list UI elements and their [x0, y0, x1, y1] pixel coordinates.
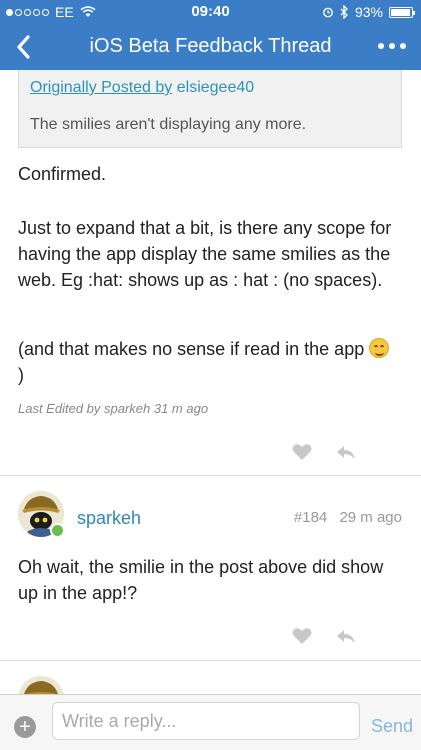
avatar[interactable] — [18, 676, 64, 694]
smile-emoji-icon — [369, 338, 390, 358]
quote-text: The smilies aren't displaying any more. — [30, 116, 307, 133]
alarm-icon — [323, 7, 333, 18]
quote-attribution: Originally Posted by elsiegee40 — [30, 79, 254, 97]
post-text-aside: (and that makes no sense if read in the … — [18, 336, 408, 388]
like-heart-icon[interactable] — [291, 626, 313, 646]
battery-icon — [389, 6, 415, 18]
post-divider — [0, 660, 421, 661]
post-time: 29 m ago — [339, 509, 402, 526]
post-text-paragraph: Just to expand that a bit, is there any … — [18, 218, 392, 290]
reply-arrow-icon[interactable] — [335, 626, 357, 646]
thread-content[interactable]: Originally Posted by elsiegee40 The smil… — [0, 70, 421, 694]
post-text-followup: Oh wait, the smilie in the post above di… — [18, 557, 384, 603]
post-actions — [291, 442, 357, 462]
post-divider — [0, 475, 421, 476]
post-username[interactable]: sparkeh — [77, 508, 141, 529]
plus-icon[interactable]: + — [14, 716, 36, 738]
post-number[interactable]: #184 — [294, 509, 327, 526]
quote-author[interactable]: elsiegee40 — [177, 79, 254, 96]
quote-link[interactable]: Originally Posted by — [30, 79, 172, 96]
quote-block: Originally Posted by elsiegee40 The smil… — [18, 70, 402, 148]
reply-input[interactable]: Write a reply... — [52, 702, 360, 740]
status-bar: EE 09:40 93% — [0, 0, 421, 24]
bluetooth-icon — [340, 5, 348, 19]
post-text-confirmed: Confirmed. — [18, 164, 107, 184]
battery-percent: 93% — [354, 4, 383, 20]
online-indicator — [50, 523, 65, 538]
send-button[interactable]: Send — [371, 716, 413, 737]
more-dots-icon — [378, 43, 384, 49]
post-actions — [291, 626, 357, 646]
nav-bar: iOS Beta Feedback Thread — [0, 24, 421, 70]
post-meta: #184 29 m ago — [294, 509, 402, 526]
reply-arrow-icon[interactable] — [335, 442, 357, 462]
last-edited-note: Last Edited by sparkeh 31 m ago — [18, 401, 209, 416]
reply-bar: + Write a reply... Send — [0, 694, 421, 750]
more-button[interactable] — [375, 34, 409, 58]
page-title: iOS Beta Feedback Thread — [89, 35, 332, 57]
like-heart-icon[interactable] — [291, 442, 313, 462]
